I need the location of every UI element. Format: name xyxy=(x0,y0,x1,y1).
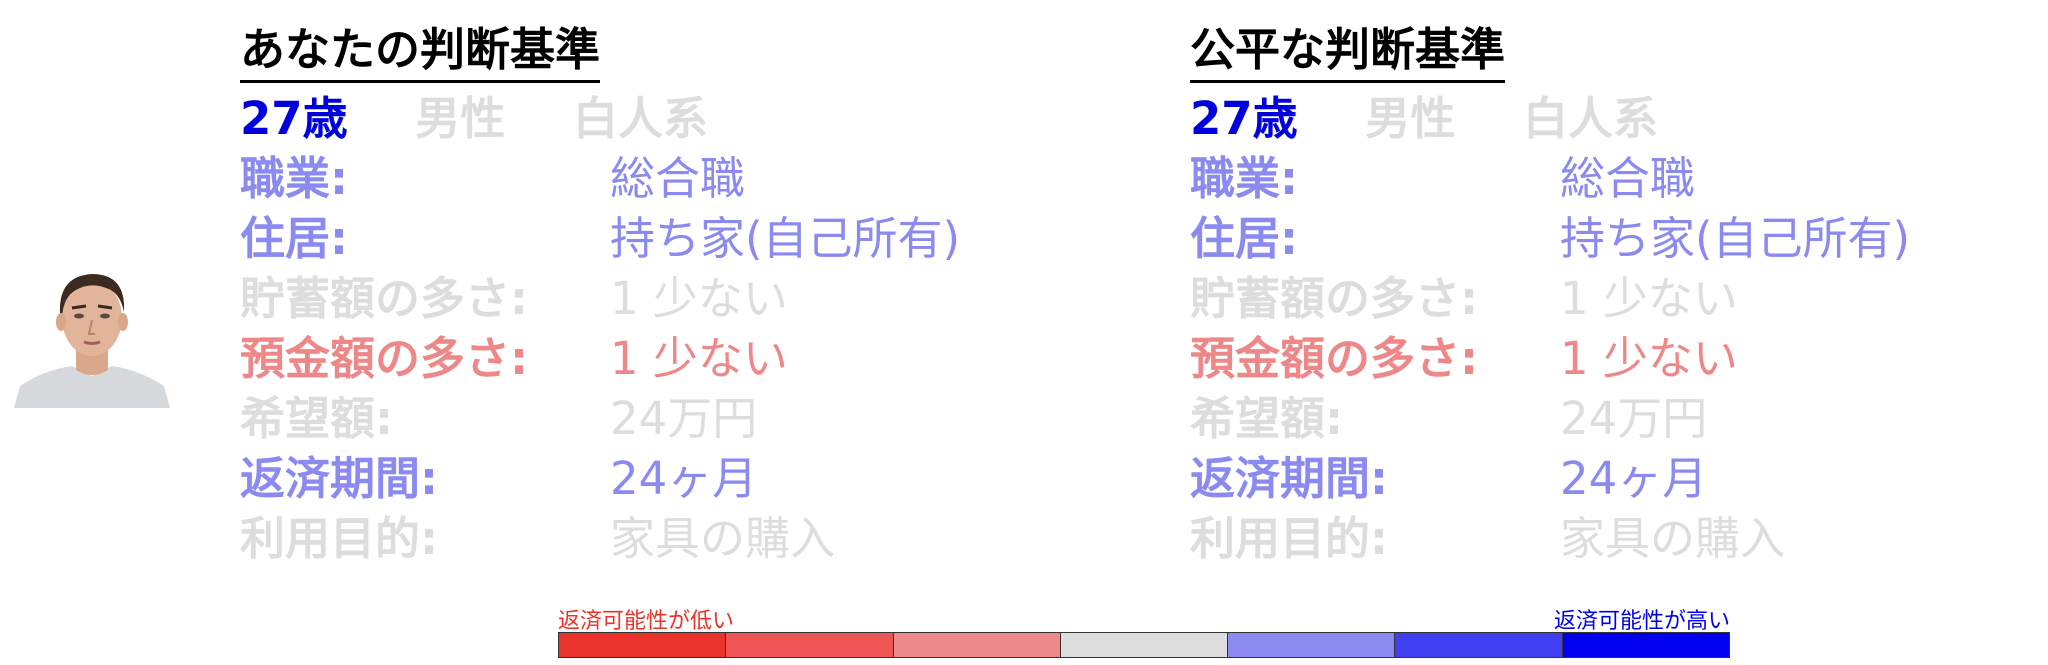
attribute-value: 24万円 xyxy=(610,392,758,445)
attribute-row: 住居: 持ち家(自己所有) xyxy=(1190,209,2048,269)
repayment-likelihood-scale xyxy=(558,632,1730,658)
fair-criteria-panel: 公平な判断基準 27歳 男性 白人系 職業: 総合職 住居: 持ち家(自己所有) 貯… xyxy=(1190,22,2048,569)
attribute-label: 利用目的: xyxy=(1190,512,1388,565)
attribute-value: 24ヶ月 xyxy=(610,452,758,505)
attribute-list: 職業: 総合職 住居: 持ち家(自己所有) 貯蓄額の多さ: 1 少ない 預金額の多さ:… xyxy=(1190,149,2048,569)
attribute-value: 総合職 xyxy=(1560,152,1696,205)
attribute-row: 希望額: 24万円 xyxy=(1190,389,2048,449)
attribute-value: 持ち家(自己所有) xyxy=(610,212,961,265)
attribute-row: 職業: 総合職 xyxy=(1190,149,2048,209)
attribute-row: 貯蓄額の多さ: 1 少ない xyxy=(1190,269,2048,329)
age-value: 27歳 xyxy=(1190,92,1298,145)
person-avatar xyxy=(14,262,170,408)
attribute-value: 1 少ない xyxy=(1560,272,1738,325)
attribute-label: 職業: xyxy=(240,152,348,205)
gender-value: 男性 xyxy=(415,92,506,145)
attribute-row: 利用目的: 家具の購入 xyxy=(1190,509,2048,569)
attribute-value: 24ヶ月 xyxy=(1560,452,1708,505)
person-portrait-icon xyxy=(14,274,170,408)
attribute-label: 貯蓄額の多さ: xyxy=(1190,272,1478,325)
scale-segment xyxy=(893,633,1061,657)
attribute-value: 家具の購入 xyxy=(610,512,836,565)
attribute-row: 利用目的: 家具の購入 xyxy=(240,509,1120,569)
attribute-value: 1 少ない xyxy=(610,332,788,385)
attribute-value: 総合職 xyxy=(610,152,746,205)
attribute-value: 1 少ない xyxy=(610,272,788,325)
attribute-label: 貯蓄額の多さ: xyxy=(240,272,528,325)
attribute-label: 住居: xyxy=(240,212,348,265)
gender-value: 男性 xyxy=(1365,92,1456,145)
attribute-label: 預金額の多さ: xyxy=(1190,332,1478,385)
your-criteria-panel: あなたの判断基準 27歳 男性 白人系 職業: 総合職 住居: 持ち家(自己所有) … xyxy=(240,22,1120,569)
attribute-value: 持ち家(自己所有) xyxy=(1560,212,1911,265)
attribute-label: 希望額: xyxy=(240,392,393,445)
panel-title: あなたの判断基準 xyxy=(240,22,601,83)
attribute-label: 預金額の多さ: xyxy=(240,332,528,385)
attribute-row: 返済期間: 24ヶ月 xyxy=(1190,449,2048,509)
demographics-row: 27歳 男性 白人系 xyxy=(240,89,1120,149)
scale-segment xyxy=(1228,633,1396,657)
ethnicity-value: 白人系 xyxy=(1522,92,1658,145)
attribute-list: 職業: 総合職 住居: 持ち家(自己所有) 貯蓄額の多さ: 1 少ない 預金額の多さ:… xyxy=(240,149,1120,569)
scale-segment xyxy=(559,633,727,657)
attribute-row: 貯蓄額の多さ: 1 少ない xyxy=(240,269,1120,329)
attribute-row: 預金額の多さ: 1 少ない xyxy=(240,329,1120,389)
ethnicity-value: 白人系 xyxy=(572,92,708,145)
panel-title: 公平な判断基準 xyxy=(1190,22,1506,83)
attribute-label: 職業: xyxy=(1190,152,1298,205)
scale-segment xyxy=(1562,633,1729,657)
scale-segment xyxy=(726,633,894,657)
demographics-row: 27歳 男性 白人系 xyxy=(1190,89,2048,149)
attribute-label: 返済期間: xyxy=(240,452,438,505)
scale-high-label: 返済可能性が高い xyxy=(1553,609,1730,634)
attribute-label: 利用目的: xyxy=(240,512,438,565)
attribute-value: 1 少ない xyxy=(1560,332,1738,385)
attribute-label: 住居: xyxy=(1190,212,1298,265)
attribute-label: 希望額: xyxy=(1190,392,1343,445)
attribute-row: 希望額: 24万円 xyxy=(240,389,1120,449)
scale-low-label: 返済可能性が低い xyxy=(558,609,735,634)
attribute-row: 預金額の多さ: 1 少ない xyxy=(1190,329,2048,389)
attribute-row: 返済期間: 24ヶ月 xyxy=(240,449,1120,509)
attribute-value: 24万円 xyxy=(1560,392,1708,445)
attribute-label: 返済期間: xyxy=(1190,452,1388,505)
attribute-value: 家具の購入 xyxy=(1560,512,1786,565)
age-value: 27歳 xyxy=(240,92,348,145)
scale-segment xyxy=(1395,633,1563,657)
scale-segment xyxy=(1060,633,1229,657)
attribute-row: 住居: 持ち家(自己所有) xyxy=(240,209,1120,269)
attribute-row: 職業: 総合職 xyxy=(240,149,1120,209)
